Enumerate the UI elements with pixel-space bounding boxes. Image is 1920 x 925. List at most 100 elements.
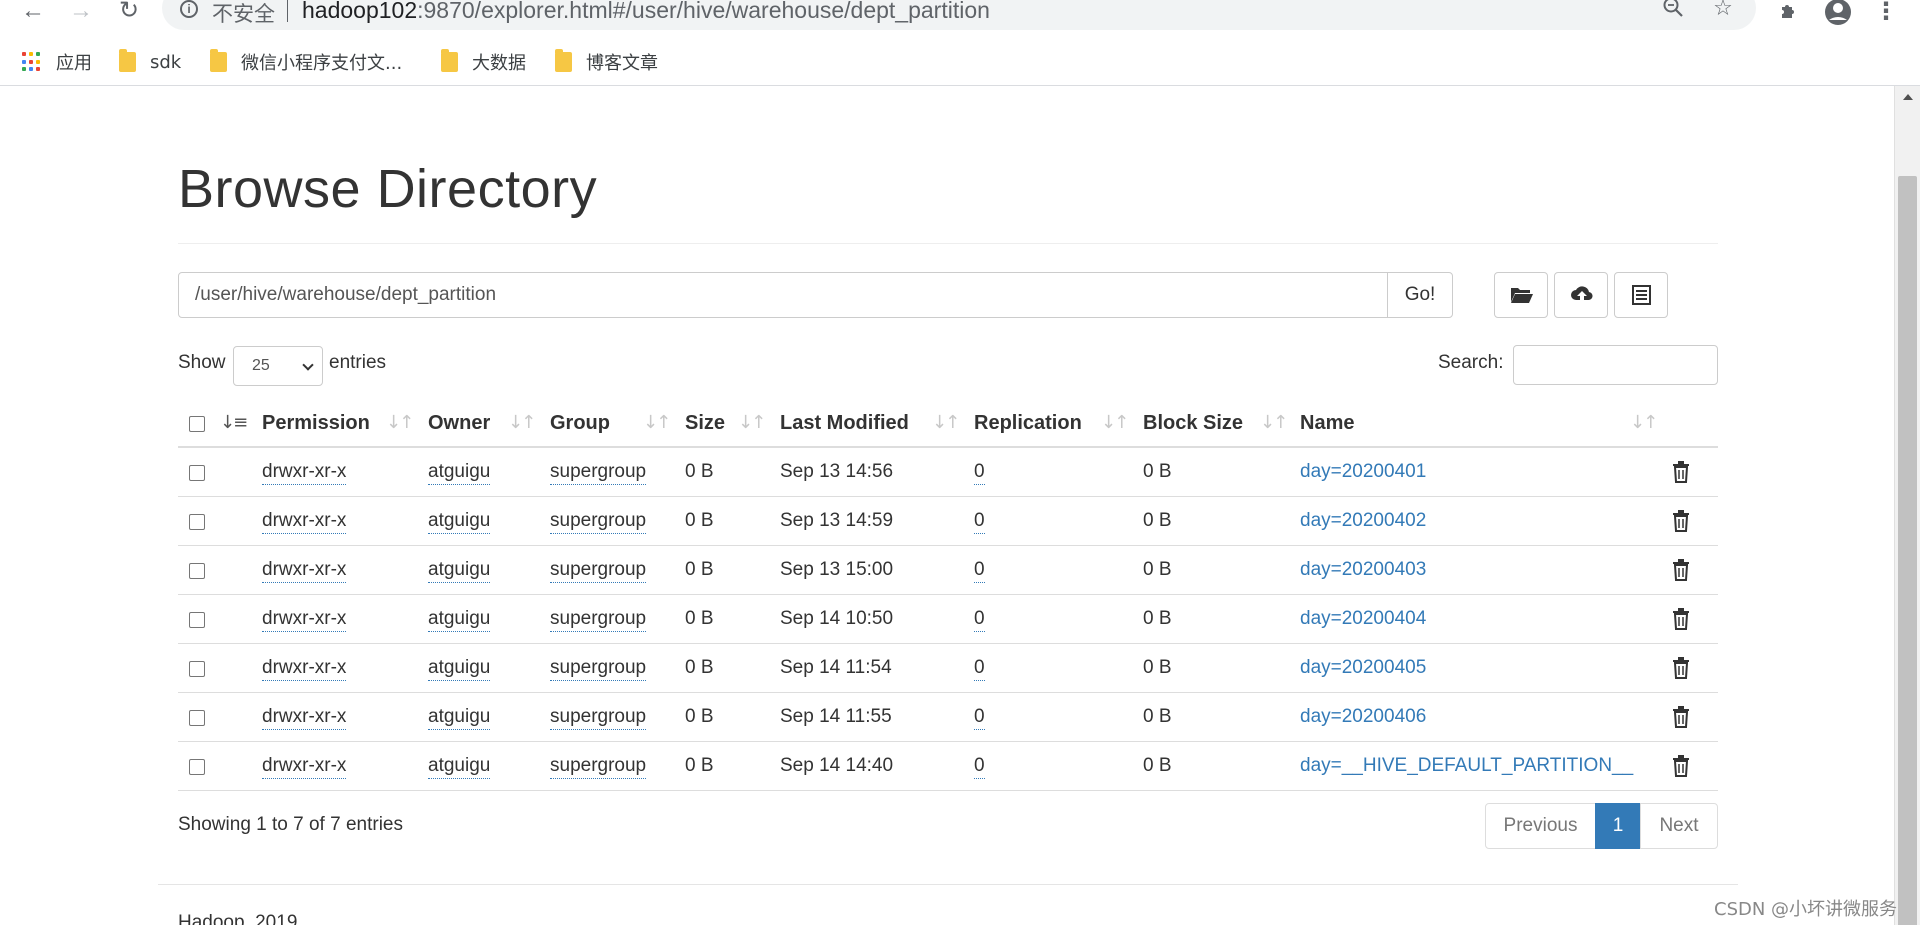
cell-permission[interactable]: drwxr-xr-x xyxy=(262,608,347,632)
go-button[interactable]: Go! xyxy=(1387,272,1453,318)
cell-replication[interactable]: 0 xyxy=(974,608,985,632)
row-checkbox[interactable] xyxy=(189,661,205,677)
sort-icon[interactable]: ↓↑ xyxy=(1630,412,1658,433)
scroll-thumb[interactable] xyxy=(1898,176,1917,925)
entries-per-page-select[interactable]: 25 xyxy=(233,346,323,386)
bookmark-bigdata[interactable]: 大数据 xyxy=(441,48,526,76)
cell-replication[interactable]: 0 xyxy=(974,657,985,681)
bookmarks-bar: 应用 sdk 微信小程序支付文... 大数据 博客文章 xyxy=(0,40,1920,86)
cell-replication[interactable]: 0 xyxy=(974,559,985,583)
cell-group[interactable]: supergroup xyxy=(550,608,647,632)
cell-name-link[interactable]: day=20200404 xyxy=(1300,608,1426,630)
sort-icon[interactable]: ↓↑ xyxy=(1101,412,1129,433)
back-arrow-icon[interactable]: ← xyxy=(18,0,48,26)
sort-icon[interactable]: ↓↑ xyxy=(738,412,766,433)
cell-name-link[interactable]: day=20200405 xyxy=(1300,657,1426,679)
trash-icon[interactable] xyxy=(1672,510,1690,532)
vertical-scrollbar[interactable] xyxy=(1894,86,1920,925)
cell-permission[interactable]: drwxr-xr-x xyxy=(262,461,347,485)
cell-group[interactable]: supergroup xyxy=(550,706,647,730)
row-checkbox[interactable] xyxy=(189,465,205,481)
header-last-modified[interactable]: Last Modified xyxy=(780,412,909,435)
next-page-button[interactable]: Next xyxy=(1640,803,1718,849)
create-directory-button[interactable] xyxy=(1494,272,1548,318)
bookmark-wechat-pay[interactable]: 微信小程序支付文... xyxy=(210,48,402,76)
cell-owner[interactable]: atguigu xyxy=(428,510,491,534)
cell-permission[interactable]: drwxr-xr-x xyxy=(262,657,347,681)
cell-replication[interactable]: 0 xyxy=(974,510,985,534)
cell-replication[interactable]: 0 xyxy=(974,461,985,485)
trash-icon[interactable] xyxy=(1672,657,1690,679)
sort-icon[interactable]: ↓↑ xyxy=(643,412,671,433)
forward-arrow-icon[interactable]: → xyxy=(66,0,96,26)
trash-icon[interactable] xyxy=(1672,608,1690,630)
trash-icon[interactable] xyxy=(1672,755,1690,777)
menu-kebab-icon[interactable]: ⋮ xyxy=(1871,0,1901,28)
cell-owner[interactable]: atguigu xyxy=(428,461,491,485)
header-owner[interactable]: Owner xyxy=(428,412,490,435)
upload-button[interactable] xyxy=(1554,272,1608,318)
bookmark-apps[interactable]: 应用 xyxy=(22,48,92,76)
cell-group[interactable]: supergroup xyxy=(550,510,647,534)
bookmark-sdk[interactable]: sdk xyxy=(119,48,181,76)
cell-permission[interactable]: drwxr-xr-x xyxy=(262,755,347,779)
row-checkbox[interactable] xyxy=(189,612,205,628)
address-bar[interactable]: i 不安全 hadoop102:9870/explorer.html#/user… xyxy=(162,0,1756,30)
folder-icon xyxy=(210,49,227,72)
cell-owner[interactable]: atguigu xyxy=(428,755,491,779)
reload-icon[interactable]: ↻ xyxy=(114,0,144,26)
header-group[interactable]: Group xyxy=(550,412,610,435)
info-icon[interactable]: i xyxy=(180,0,198,18)
header-size[interactable]: Size xyxy=(685,412,725,435)
cell-name-link[interactable]: day=__HIVE_DEFAULT_PARTITION__ xyxy=(1300,755,1633,777)
page-1-button[interactable]: 1 xyxy=(1595,803,1641,849)
cell-owner[interactable]: atguigu xyxy=(428,706,491,730)
header-block-size[interactable]: Block Size xyxy=(1143,412,1243,435)
trash-icon[interactable] xyxy=(1672,559,1690,581)
sort-icon[interactable]: ↓↑ xyxy=(932,412,960,433)
header-replication[interactable]: Replication xyxy=(974,412,1082,435)
cell-replication[interactable]: 0 xyxy=(974,706,985,730)
url-text[interactable]: hadoop102:9870/explorer.html#/user/hive/… xyxy=(302,0,990,24)
row-checkbox[interactable] xyxy=(189,563,205,579)
header-name[interactable]: Name xyxy=(1300,412,1354,435)
cell-name-link[interactable]: day=20200406 xyxy=(1300,706,1426,728)
bookmark-blog[interactable]: 博客文章 xyxy=(555,48,658,76)
sort-icon[interactable]: ↓↑ xyxy=(508,412,536,433)
previous-page-button[interactable]: Previous xyxy=(1485,803,1596,849)
cell-group[interactable]: supergroup xyxy=(550,755,647,779)
cell-group[interactable]: supergroup xyxy=(550,657,647,681)
trash-icon[interactable] xyxy=(1672,461,1690,483)
header-permission[interactable]: Permission xyxy=(262,412,370,435)
account-icon[interactable] xyxy=(1823,0,1853,28)
cell-permission[interactable]: drwxr-xr-x xyxy=(262,510,347,534)
star-icon[interactable]: ☆ xyxy=(1710,0,1736,22)
cell-name-link[interactable]: day=20200401 xyxy=(1300,461,1426,483)
cell-owner[interactable]: atguigu xyxy=(428,608,491,632)
cell-permission[interactable]: drwxr-xr-x xyxy=(262,706,347,730)
cell-owner[interactable]: atguigu xyxy=(428,559,491,583)
scroll-up-arrow-icon[interactable] xyxy=(1903,94,1913,100)
cell-group[interactable]: supergroup xyxy=(550,461,647,485)
cell-group[interactable]: supergroup xyxy=(550,559,647,583)
select-all-checkbox[interactable] xyxy=(189,416,205,432)
separator xyxy=(287,0,288,22)
sort-icon[interactable]: ↓↑ xyxy=(1260,412,1288,433)
row-checkbox[interactable] xyxy=(189,759,205,775)
folder-open-icon xyxy=(1511,288,1533,303)
search-input[interactable] xyxy=(1513,345,1718,385)
zoom-icon[interactable] xyxy=(1660,0,1686,22)
cell-replication[interactable]: 0 xyxy=(974,755,985,779)
sort-icon[interactable]: ↓↑ xyxy=(386,412,414,433)
row-checkbox[interactable] xyxy=(189,710,205,726)
cell-name-link[interactable]: day=20200402 xyxy=(1300,510,1426,532)
sort-active-icon[interactable]: ↓≡ xyxy=(220,412,248,433)
row-checkbox[interactable] xyxy=(189,514,205,530)
cell-owner[interactable]: atguigu xyxy=(428,657,491,681)
cell-permission[interactable]: drwxr-xr-x xyxy=(262,559,347,583)
puzzle-extensions-icon[interactable] xyxy=(1775,0,1805,28)
cut-paste-button[interactable] xyxy=(1614,272,1668,318)
cell-name-link[interactable]: day=20200403 xyxy=(1300,559,1426,581)
trash-icon[interactable] xyxy=(1672,706,1690,728)
directory-path-input[interactable] xyxy=(178,272,1388,318)
